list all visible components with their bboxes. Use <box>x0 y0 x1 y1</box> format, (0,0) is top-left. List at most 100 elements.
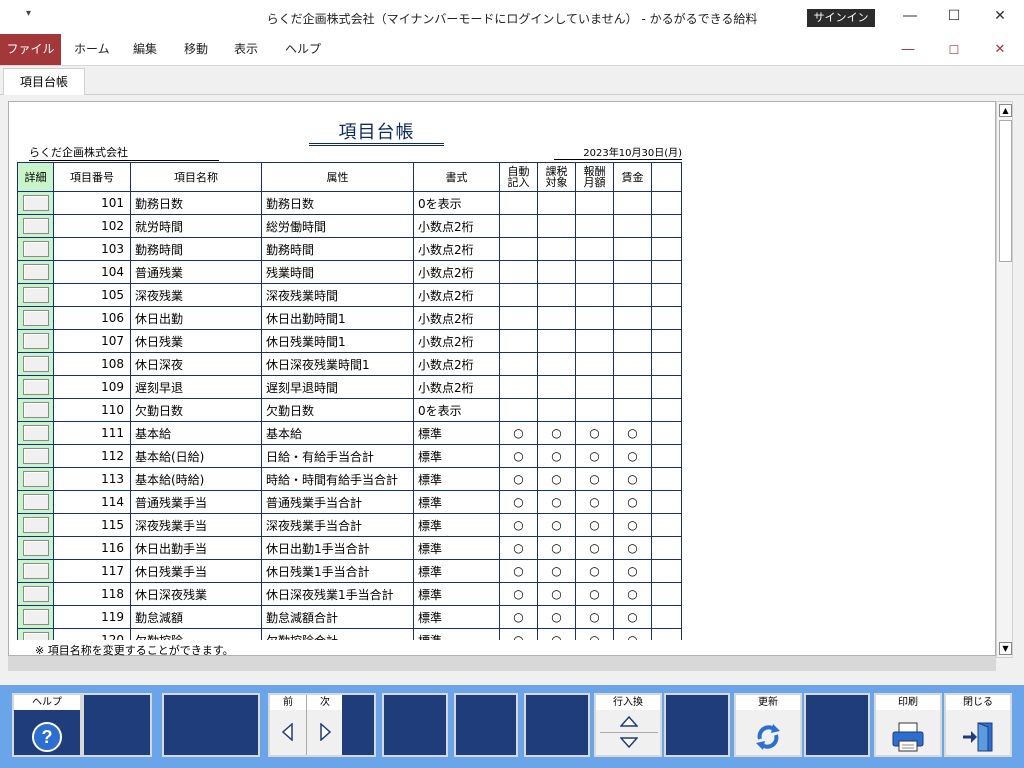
detail-button[interactable] <box>22 402 49 418</box>
detail-button[interactable] <box>22 471 49 487</box>
menu-edit[interactable]: 編集 <box>133 34 157 65</box>
cell-pay-flag <box>575 237 614 261</box>
cell-item-name[interactable]: 遅刻早退 <box>130 375 262 399</box>
cell-item-name[interactable]: 就労時間 <box>130 214 262 238</box>
cell-item-name[interactable]: 休日出勤 <box>130 306 262 330</box>
tab-item-ledger[interactable]: 項目台帳 <box>3 68 85 95</box>
detail-button[interactable] <box>22 632 49 640</box>
detail-button[interactable] <box>22 609 49 625</box>
cell-item-name[interactable]: 勤務時間 <box>130 237 262 261</box>
item-grid-viewport: 詳細 項目番号 項目名称 属性 書式 自動 記入 課税 対象 報酬 月額 賃金 101… <box>17 162 697 640</box>
col-header-auto-line2: 記入 <box>507 176 530 189</box>
cell-empty <box>651 490 682 514</box>
detail-button[interactable] <box>22 425 49 441</box>
cell-item-name[interactable]: 基本給(時給) <box>130 467 262 491</box>
cell-format: 標準 <box>413 444 500 468</box>
table-row: 119 勤怠減額 勤怠減額合計 標準 ○ ○ ○ ○ <box>17 605 682 629</box>
table-row: 114 普通残業手当 普通残業手当合計 標準 ○ ○ ○ ○ <box>17 490 682 514</box>
cell-item-name[interactable]: 休日残業 <box>130 329 262 353</box>
detail-button[interactable] <box>22 218 49 234</box>
cell-item-code: 101 <box>53 191 131 215</box>
cell-item-name[interactable]: 深夜残業手当 <box>130 513 262 537</box>
flag-mark: ○ <box>551 610 562 624</box>
cell-pay-flag <box>575 306 614 330</box>
cell-item-name[interactable]: 欠勤控除 <box>130 628 262 640</box>
cell-item-name[interactable]: 休日出勤手当 <box>130 536 262 560</box>
detail-button[interactable] <box>22 287 49 303</box>
cell-item-code: 102 <box>53 214 131 238</box>
cell-empty <box>651 375 682 399</box>
cell-wage-flag: ○ <box>613 628 652 640</box>
menu-file[interactable]: ファイル <box>0 34 61 65</box>
detail-button[interactable] <box>22 333 49 349</box>
triangle-down-icon[interactable] <box>620 737 638 749</box>
detail-button[interactable] <box>22 264 49 280</box>
cell-item-name[interactable]: 普通残業手当 <box>130 490 262 514</box>
detail-button[interactable] <box>22 540 49 556</box>
next-button[interactable]: 次 <box>306 695 343 755</box>
close-form-button[interactable]: 閉じる <box>944 693 1012 757</box>
doc-close-icon[interactable]: ✕ <box>986 40 1014 60</box>
menu-move[interactable]: 移動 <box>184 34 208 65</box>
cell-item-name[interactable]: 勤怠減額 <box>130 605 262 629</box>
table-row: 106 休日出勤 休日出勤時間1 小数点2桁 <box>17 306 682 330</box>
col-header-code: 項目番号 <box>53 162 131 192</box>
cell-item-name[interactable]: 休日深夜 <box>130 352 262 376</box>
cell-item-name[interactable]: 欠勤日数 <box>130 398 262 422</box>
cell-detail <box>17 352 54 376</box>
menu-help[interactable]: ヘルプ <box>285 34 321 65</box>
cell-tax-flag: ○ <box>537 467 576 491</box>
signin-button[interactable]: サインイン <box>807 9 875 27</box>
cell-item-name[interactable]: 基本給 <box>130 421 262 445</box>
print-button[interactable]: 印刷 <box>874 693 942 757</box>
maximize-icon[interactable]: ☐ <box>939 6 969 26</box>
detail-button[interactable] <box>22 241 49 257</box>
cell-format: 0を表示 <box>413 398 500 422</box>
cell-detail <box>17 283 54 307</box>
prev-button[interactable]: 前 <box>270 695 306 755</box>
detail-button[interactable] <box>22 517 49 533</box>
cell-item-name[interactable]: 勤務日数 <box>130 191 262 215</box>
detail-button[interactable] <box>22 195 49 211</box>
close-icon[interactable]: ✕ <box>985 6 1015 26</box>
cell-item-code: 120 <box>53 628 131 640</box>
cell-empty <box>651 582 682 606</box>
cell-item-name[interactable]: 深夜残業 <box>130 283 262 307</box>
flag-mark: ○ <box>551 541 562 555</box>
detail-button[interactable] <box>22 379 49 395</box>
flag-mark: ○ <box>513 541 524 555</box>
triangle-up-icon[interactable] <box>620 715 638 727</box>
cell-item-name[interactable]: 休日深夜残業 <box>130 582 262 606</box>
cell-detail <box>17 237 54 261</box>
flag-mark: ○ <box>551 564 562 578</box>
doc-restore-icon[interactable]: ☐ <box>940 40 968 60</box>
cell-tax-flag <box>537 260 576 284</box>
scroll-thumb[interactable] <box>999 120 1012 262</box>
detail-button[interactable] <box>22 586 49 602</box>
cell-auto-flag <box>499 214 538 238</box>
cell-tax-flag <box>537 352 576 376</box>
cell-item-name[interactable]: 基本給(日給) <box>130 444 262 468</box>
cell-tax-flag <box>537 329 576 353</box>
doc-minimize-icon[interactable]: ― <box>894 40 922 60</box>
menu-view[interactable]: 表示 <box>234 34 258 65</box>
detail-button[interactable] <box>22 563 49 579</box>
detail-button[interactable] <box>22 356 49 372</box>
cell-pay-flag <box>575 329 614 353</box>
menu-home[interactable]: ホーム <box>74 34 110 65</box>
cell-item-name[interactable]: 休日残業手当 <box>130 559 262 583</box>
help-button[interactable]: ヘルプ ? <box>12 693 82 757</box>
detail-button[interactable] <box>22 494 49 510</box>
cell-pay-flag <box>575 214 614 238</box>
scroll-up-icon[interactable]: ▲ <box>999 104 1012 117</box>
detail-button[interactable] <box>22 448 49 464</box>
scroll-down-icon[interactable]: ▼ <box>999 642 1012 655</box>
vertical-scrollbar[interactable]: ▲ ▼ <box>996 101 1013 658</box>
cell-empty <box>651 467 682 491</box>
cell-item-name[interactable]: 普通残業 <box>130 260 262 284</box>
row-switch-button[interactable]: 行入換 <box>594 693 662 757</box>
cell-item-code: 103 <box>53 237 131 261</box>
minimize-icon[interactable]: ― <box>895 6 925 26</box>
refresh-button[interactable]: 更新 <box>734 693 802 757</box>
detail-button[interactable] <box>22 310 49 326</box>
